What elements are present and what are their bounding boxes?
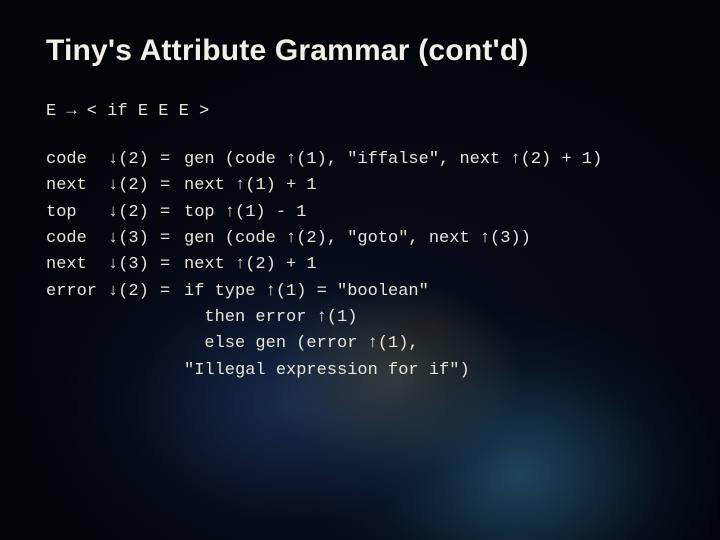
attr-rhs: next ↑(1) + 1: [184, 173, 608, 199]
attr-name: top: [46, 200, 108, 226]
table-row: code↓(2)=gen (code ↑(1), "iffalse", next…: [46, 147, 608, 173]
attr-name: next: [46, 173, 108, 199]
slide-title: Tiny's Attribute Grammar (cont'd): [46, 34, 674, 68]
attr-ref: ↓(2): [108, 147, 160, 173]
equals-sign: =: [160, 173, 184, 199]
attr-name: error: [46, 279, 108, 384]
attr-name: next: [46, 252, 108, 278]
table-row: code↓(3)=gen (code ↑(2), "goto", next ↑(…: [46, 226, 608, 252]
equals-sign: =: [160, 252, 184, 278]
attr-name: code: [46, 226, 108, 252]
equals-sign: =: [160, 200, 184, 226]
equals-sign: =: [160, 226, 184, 252]
grammar-rule: E → < if E E E >: [46, 102, 674, 121]
attribute-table: code↓(2)=gen (code ↑(1), "iffalse", next…: [46, 147, 608, 384]
attr-ref: ↓(2): [108, 173, 160, 199]
attr-rhs: gen (code ↑(2), "goto", next ↑(3)): [184, 226, 608, 252]
attr-ref: ↓(2): [108, 200, 160, 226]
table-row: error↓(2)=if type ↑(1) = "boolean" then …: [46, 279, 608, 384]
attr-name: code: [46, 147, 108, 173]
attr-rhs: gen (code ↑(1), "iffalse", next ↑(2) + 1…: [184, 147, 608, 173]
attr-ref: ↓(3): [108, 252, 160, 278]
attr-rhs: if type ↑(1) = "boolean" then error ↑(1)…: [184, 279, 608, 384]
attr-ref: ↓(3): [108, 226, 160, 252]
table-row: next↓(2)=next ↑(1) + 1: [46, 173, 608, 199]
attr-rhs: next ↑(2) + 1: [184, 252, 608, 278]
slide: Tiny's Attribute Grammar (cont'd) E → < …: [0, 0, 720, 540]
attr-rhs: top ↑(1) - 1: [184, 200, 608, 226]
table-row: next↓(3)=next ↑(2) + 1: [46, 252, 608, 278]
attr-ref: ↓(2): [108, 279, 160, 384]
equals-sign: =: [160, 147, 184, 173]
equals-sign: =: [160, 279, 184, 384]
table-row: top↓(2)=top ↑(1) - 1: [46, 200, 608, 226]
